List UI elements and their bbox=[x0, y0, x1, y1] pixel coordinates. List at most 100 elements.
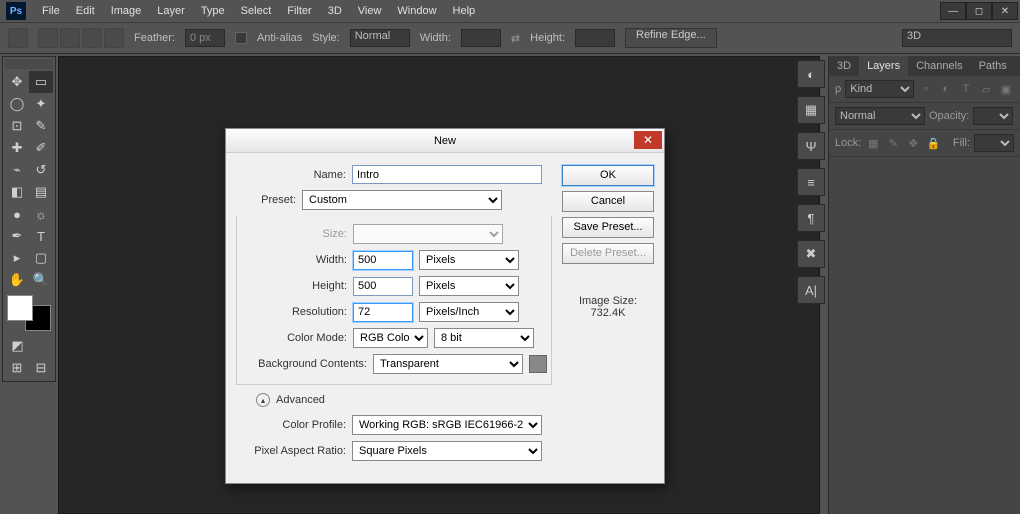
lock-position-icon[interactable]: ✥ bbox=[905, 136, 921, 150]
adjustments-panel-icon[interactable]: ≡ bbox=[797, 168, 825, 196]
history-brush-icon[interactable]: ↺ bbox=[29, 159, 53, 181]
stamp-tool-icon[interactable]: ⌁ bbox=[5, 159, 29, 181]
heal-tool-icon[interactable]: ✚ bbox=[5, 137, 29, 159]
blur-tool-icon[interactable]: ● bbox=[5, 203, 29, 225]
path-select-icon[interactable]: ▸ bbox=[5, 247, 29, 269]
menu-view[interactable]: View bbox=[350, 5, 390, 17]
menu-select[interactable]: Select bbox=[233, 5, 280, 17]
selection-new-icon[interactable] bbox=[38, 28, 58, 48]
eyedropper-tool-icon[interactable]: ✎ bbox=[29, 115, 53, 137]
colorprofile-select[interactable]: Working RGB: sRGB IEC61966-2.1 bbox=[352, 415, 542, 435]
menu-window[interactable]: Window bbox=[389, 5, 444, 17]
minimize-button[interactable]: — bbox=[940, 2, 966, 20]
filter-shape-icon[interactable]: ▱ bbox=[978, 82, 994, 96]
menu-filter[interactable]: Filter bbox=[279, 5, 319, 17]
screenmode2-icon[interactable]: ⊟ bbox=[29, 357, 53, 379]
maximize-button[interactable]: ◻ bbox=[966, 2, 992, 20]
tab-paths[interactable]: Paths bbox=[971, 56, 1015, 76]
type-tool-icon[interactable]: T bbox=[29, 225, 53, 247]
lock-pixels-icon[interactable]: ✎ bbox=[885, 136, 901, 150]
foreground-color-swatch[interactable] bbox=[7, 295, 33, 321]
menu-file[interactable]: File bbox=[34, 5, 68, 17]
kind-select[interactable]: Kind bbox=[845, 80, 914, 98]
filter-pixel-icon[interactable]: ▫ bbox=[918, 82, 934, 96]
dialog-titlebar[interactable]: New ✕ bbox=[226, 129, 664, 153]
selection-intersect-icon[interactable] bbox=[104, 28, 124, 48]
menu-edit[interactable]: Edit bbox=[68, 5, 103, 17]
character-panel-icon[interactable]: A| bbox=[797, 276, 825, 304]
swatches-panel-icon[interactable]: ▦ bbox=[797, 96, 825, 124]
tool-preset-icon[interactable] bbox=[8, 28, 28, 48]
ok-button[interactable]: OK bbox=[562, 165, 654, 186]
marquee-tool-icon[interactable]: ▭ bbox=[29, 71, 53, 93]
preset-select[interactable]: Custom bbox=[302, 190, 502, 210]
lock-all-icon[interactable]: 🔒 bbox=[925, 136, 941, 150]
3d-mode-select[interactable]: 3D bbox=[902, 29, 1012, 47]
pen-tool-icon[interactable]: ✒ bbox=[5, 225, 29, 247]
filter-adjust-icon[interactable]: ◐ bbox=[938, 82, 954, 96]
crop-tool-icon[interactable]: ⊡ bbox=[5, 115, 29, 137]
colormode-label: Color Mode: bbox=[237, 332, 347, 344]
bgcontents-select[interactable]: Transparent bbox=[373, 354, 523, 374]
color-swatches[interactable] bbox=[7, 295, 51, 331]
tab-layers[interactable]: Layers bbox=[859, 56, 908, 76]
tools-panel-icon[interactable]: ✖ bbox=[797, 240, 825, 268]
close-button[interactable]: ✕ bbox=[992, 2, 1018, 20]
menu-type[interactable]: Type bbox=[193, 5, 233, 17]
lasso-tool-icon[interactable]: ◯ bbox=[5, 93, 29, 115]
fill-select[interactable] bbox=[974, 134, 1014, 152]
feather-input[interactable] bbox=[185, 29, 225, 47]
d-height-input[interactable] bbox=[353, 277, 413, 296]
filter-smart-icon[interactable]: ▣ bbox=[998, 82, 1014, 96]
wand-tool-icon[interactable]: ✦ bbox=[29, 93, 53, 115]
shape-tool-icon[interactable]: ▢ bbox=[29, 247, 53, 269]
screenmode-icon[interactable]: ⊞ bbox=[5, 357, 29, 379]
colordepth-select[interactable]: 8 bit bbox=[434, 328, 534, 348]
name-input[interactable] bbox=[352, 165, 542, 184]
hand-tool-icon[interactable]: ✋ bbox=[5, 269, 29, 291]
gradient-tool-icon[interactable]: ▤ bbox=[29, 181, 53, 203]
menubar: Ps File Edit Image Layer Type Select Fil… bbox=[0, 0, 1020, 22]
resolution-input[interactable] bbox=[353, 303, 413, 322]
lock-transparency-icon[interactable]: ▦ bbox=[865, 136, 881, 150]
cancel-button[interactable]: Cancel bbox=[562, 191, 654, 212]
brushes-panel-icon[interactable]: Ψ bbox=[797, 132, 825, 160]
menu-image[interactable]: Image bbox=[103, 5, 150, 17]
blend-mode-select[interactable]: Normal bbox=[835, 107, 925, 125]
zoom-tool-icon[interactable]: 🔍 bbox=[29, 269, 53, 291]
colorprofile-label: Color Profile: bbox=[236, 419, 346, 431]
style-select[interactable]: Normal bbox=[350, 29, 410, 47]
selection-subtract-icon[interactable] bbox=[82, 28, 102, 48]
antialias-checkbox[interactable] bbox=[235, 32, 247, 44]
swap-icon[interactable]: ⇄ bbox=[511, 32, 520, 45]
resolution-unit-select[interactable]: Pixels/Inch bbox=[419, 302, 519, 322]
dodge-tool-icon[interactable]: ☼ bbox=[29, 203, 53, 225]
width-unit-select[interactable]: Pixels bbox=[419, 250, 519, 270]
refine-edge-button[interactable]: Refine Edge... bbox=[625, 28, 717, 48]
advanced-toggle[interactable]: ▴ bbox=[256, 393, 270, 407]
height-unit-select[interactable]: Pixels bbox=[419, 276, 519, 296]
dialog-close-button[interactable]: ✕ bbox=[634, 131, 662, 149]
menu-layer[interactable]: Layer bbox=[149, 5, 193, 17]
par-label: Pixel Aspect Ratio: bbox=[236, 445, 346, 457]
bg-color-swatch[interactable] bbox=[529, 355, 547, 373]
d-width-input[interactable] bbox=[353, 251, 413, 270]
tab-channels[interactable]: Channels bbox=[908, 56, 970, 76]
move-tool-icon[interactable]: ✥ bbox=[5, 71, 29, 93]
color-panel-icon[interactable]: ◐ bbox=[797, 60, 825, 88]
filter-type-icon[interactable]: T bbox=[958, 82, 974, 96]
opacity-select[interactable] bbox=[973, 107, 1013, 125]
tools-drag-handle[interactable] bbox=[5, 59, 53, 69]
menu-help[interactable]: Help bbox=[445, 5, 484, 17]
colormode-select[interactable]: RGB Color bbox=[353, 328, 428, 348]
selection-mode-group bbox=[38, 28, 124, 48]
paragraph-panel-icon[interactable]: ¶ bbox=[797, 204, 825, 232]
menu-3d[interactable]: 3D bbox=[320, 5, 350, 17]
par-select[interactable]: Square Pixels bbox=[352, 441, 542, 461]
quickmask-icon[interactable]: ◩ bbox=[5, 335, 30, 357]
eraser-tool-icon[interactable]: ◧ bbox=[5, 181, 29, 203]
tab-3d[interactable]: 3D bbox=[829, 56, 859, 76]
brush-tool-icon[interactable]: ✐ bbox=[29, 137, 53, 159]
selection-add-icon[interactable] bbox=[60, 28, 80, 48]
save-preset-button[interactable]: Save Preset... bbox=[562, 217, 654, 238]
